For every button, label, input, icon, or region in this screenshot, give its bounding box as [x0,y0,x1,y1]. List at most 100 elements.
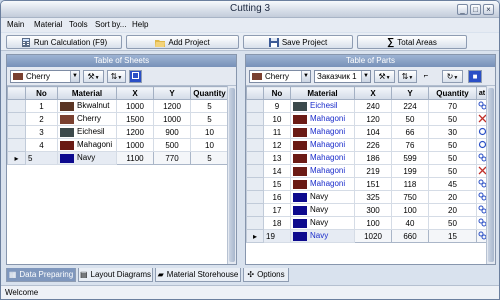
y-cell[interactable]: 1200 [153,99,191,113]
no-cell[interactable]: 12 [263,138,291,152]
no-cell[interactable]: 18 [263,216,291,230]
x-cell[interactable]: 120 [354,112,392,126]
sheets-scrollbar[interactable] [227,86,236,264]
menu-help[interactable]: Help [132,20,148,29]
column-header-no[interactable]: No [263,86,291,100]
no-cell[interactable]: 15 [263,177,291,191]
quantity-cell[interactable]: 30 [428,125,477,139]
material-cell[interactable]: Mahagoni [57,138,117,152]
parts-material-select[interactable]: Cherry ▼ [249,70,311,83]
row-selector[interactable] [246,190,264,204]
quantity-cell[interactable]: 10 [190,125,229,139]
row-selector[interactable] [246,177,264,191]
row-selector[interactable]: ▸ [246,229,264,243]
parts-tools-dropdown-button[interactable]: ⚒▼ [374,70,395,83]
table-row[interactable]: 13 Mahagoni 186 599 50 [246,151,488,165]
quantity-cell[interactable]: 5 [190,112,229,126]
table-row[interactable]: 11 Mahagoni 104 66 30 [246,125,488,139]
row-selector[interactable] [7,99,26,113]
parts-scrollbar[interactable] [486,86,495,264]
row-selector[interactable] [246,164,264,178]
row-selector[interactable] [246,138,264,152]
material-cell[interactable]: Eichesil [57,125,117,139]
no-cell[interactable]: 19 [263,229,291,243]
table-row[interactable]: 3 Eichesil 1200 900 10 [7,125,229,139]
total-areas-button[interactable]: ∑ Total Areas [357,35,467,49]
menu-tools[interactable]: Tools [69,20,88,29]
x-cell[interactable]: 1020 [354,229,392,243]
table-row[interactable]: 10 Mahagoni 120 50 50 [246,112,488,126]
x-cell[interactable]: 1500 [116,112,154,126]
row-selector[interactable] [246,151,264,165]
x-cell[interactable]: 1000 [116,138,154,152]
material-cell[interactable]: Navy [290,203,355,217]
row-selector[interactable] [246,203,264,217]
x-cell[interactable]: 226 [354,138,392,152]
quantity-cell[interactable]: 5 [190,151,229,165]
no-cell[interactable]: 5 [25,151,58,165]
no-cell[interactable]: 1 [25,99,58,113]
no-cell[interactable]: 16 [263,190,291,204]
color-picker-button[interactable] [129,70,142,83]
column-header-y[interactable]: Y [153,86,191,100]
y-cell[interactable]: 118 [391,177,429,191]
quantity-cell[interactable]: 50 [428,164,477,178]
rotate-dropdown-button[interactable]: ↻▼ [442,70,463,83]
material-cell[interactable]: Mahagoni [290,112,355,126]
table-row[interactable]: 1 Bkwalnut 1000 1200 5 [7,99,229,113]
no-cell[interactable]: 14 [263,164,291,178]
sort-dropdown-button[interactable]: ⇅▼ [107,70,126,83]
material-cell[interactable]: Cherry [57,112,117,126]
scroll-thumb[interactable] [488,88,494,262]
y-cell[interactable]: 750 [391,190,429,204]
corner-edge-button[interactable]: ⌐ [420,70,432,83]
save-project-button[interactable]: Save Project [243,35,353,49]
new-row[interactable]: ▸ 5 Navy 1100 770 5 [7,151,229,165]
row-selector[interactable] [246,99,264,113]
row-selector[interactable] [7,138,26,152]
material-cell[interactable]: Bkwalnut [57,99,117,113]
material-cell[interactable]: Navy [290,216,355,230]
material-cell[interactable]: Mahagoni [290,151,355,165]
tab-layout-diagrams[interactable]: ▤ Layout Diagrams [78,268,153,282]
x-cell[interactable]: 100 [354,216,392,230]
material-cell[interactable]: Mahagoni [290,125,355,139]
y-cell[interactable]: 770 [153,151,191,165]
run-calculation-button[interactable]: Run Calculation (F9) [6,35,122,49]
maximize-button[interactable]: □ [470,4,481,15]
table-row[interactable]: 2 Cherry 1500 1000 5 [7,112,229,126]
menu-material[interactable]: Material [34,20,62,29]
quantity-cell[interactable]: 15 [428,229,477,243]
x-cell[interactable]: 186 [354,151,392,165]
y-cell[interactable]: 40 [391,216,429,230]
quantity-cell[interactable]: 45 [428,177,477,191]
material-cell[interactable]: Navy [57,151,117,165]
table-row[interactable]: 17 Navy 300 100 20 [246,203,488,217]
column-header-x[interactable]: X [354,86,392,100]
x-cell[interactable]: 104 [354,125,392,139]
y-cell[interactable]: 199 [391,164,429,178]
row-selector[interactable] [246,216,264,230]
minimize-button[interactable]: _ [457,4,468,15]
quantity-cell[interactable]: 20 [428,203,477,217]
menu-main[interactable]: Main [7,20,24,29]
y-cell[interactable]: 100 [391,203,429,217]
parts-sort-dropdown-button[interactable]: ⇅▼ [398,70,417,83]
quantity-cell[interactable]: 50 [428,151,477,165]
y-cell[interactable]: 76 [391,138,429,152]
quantity-cell[interactable]: 5 [190,99,229,113]
table-row[interactable]: 15 Mahagoni 151 118 45 [246,177,488,191]
material-cell[interactable]: Mahagoni [290,138,355,152]
no-cell[interactable]: 11 [263,125,291,139]
no-cell[interactable]: 13 [263,151,291,165]
material-cell[interactable]: Mahagoni [290,164,355,178]
table-row[interactable]: 16 Navy 325 750 20 [246,190,488,204]
parts-color-picker-button[interactable]: ■ [468,70,482,83]
row-selector[interactable] [7,125,26,139]
x-cell[interactable]: 151 [354,177,392,191]
tools-dropdown-button[interactable]: ⚒▼ [83,70,104,83]
column-header-no[interactable]: No [25,86,58,100]
table-row[interactable]: 18 Navy 100 40 50 [246,216,488,230]
menu-sort-by[interactable]: Sort by... [95,20,126,29]
x-cell[interactable]: 240 [354,99,392,113]
